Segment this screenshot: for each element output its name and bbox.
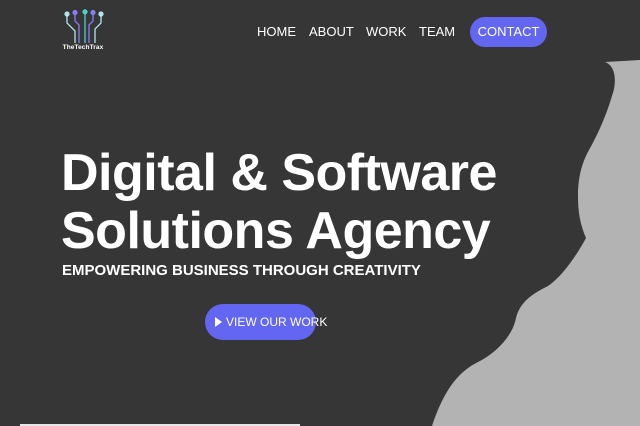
hero-subtitle: EMPOWERING BUSINESS THROUGH CREATIVITY (62, 262, 421, 279)
brand-name: TheTechTrax (62, 44, 104, 51)
brand-logo[interactable]: TheTechTrax (59, 9, 107, 55)
circuit-nodes-icon (64, 9, 104, 43)
view-our-work-label: VIEW OUR WORK (226, 315, 328, 329)
nav-item-team[interactable]: TEAM (419, 24, 455, 40)
nav-item-about[interactable]: ABOUT (309, 24, 354, 40)
hero-title: Digital & Software Solutions Agency (61, 144, 497, 260)
contact-button[interactable]: CONTACT (470, 17, 547, 47)
hero-title-line-1: Digital & Software (61, 144, 497, 202)
nav-item-work[interactable]: WORK (366, 24, 406, 40)
landing-page: TheTechTrax HOME ABOUT WORK TEAM CONTACT… (0, 0, 640, 426)
nav-item-home[interactable]: HOME (257, 24, 296, 40)
hero-title-line-2: Solutions Agency (61, 202, 491, 260)
view-our-work-button[interactable]: VIEW OUR WORK (205, 304, 327, 340)
play-icon (215, 317, 222, 327)
